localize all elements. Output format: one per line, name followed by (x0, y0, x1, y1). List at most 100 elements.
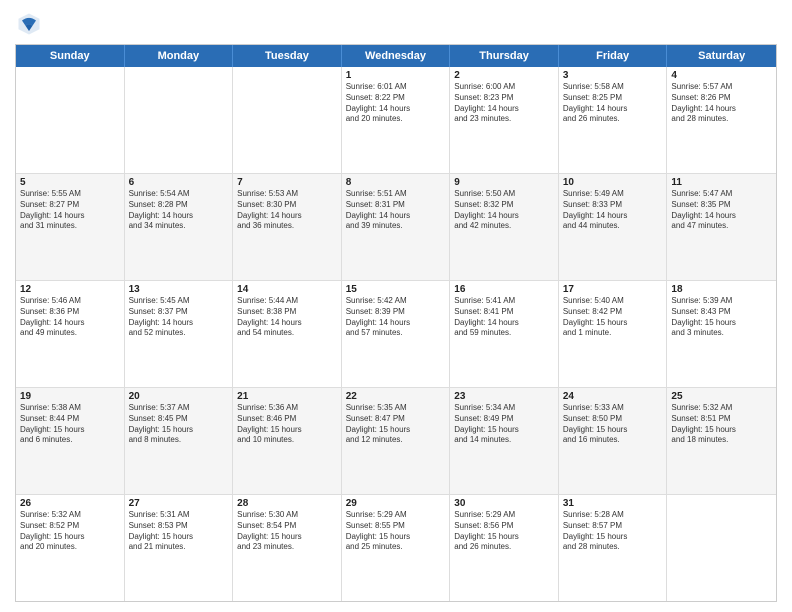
weekday-header-friday: Friday (559, 45, 668, 67)
page: SundayMondayTuesdayWednesdayThursdayFrid… (0, 0, 792, 612)
day-number: 18 (671, 284, 772, 295)
calendar-cell: 18Sunrise: 5:39 AM Sunset: 8:43 PM Dayli… (667, 281, 776, 387)
day-number: 26 (20, 498, 120, 509)
calendar-cell: 1Sunrise: 6:01 AM Sunset: 8:22 PM Daylig… (342, 67, 451, 173)
day-number: 22 (346, 391, 446, 402)
day-number: 28 (237, 498, 337, 509)
calendar-cell: 10Sunrise: 5:49 AM Sunset: 8:33 PM Dayli… (559, 174, 668, 280)
calendar-cell: 7Sunrise: 5:53 AM Sunset: 8:30 PM Daylig… (233, 174, 342, 280)
calendar-cell: 29Sunrise: 5:29 AM Sunset: 8:55 PM Dayli… (342, 495, 451, 601)
weekday-header-sunday: Sunday (16, 45, 125, 67)
day-info: Sunrise: 5:50 AM Sunset: 8:32 PM Dayligh… (454, 189, 554, 232)
calendar-cell (16, 67, 125, 173)
day-info: Sunrise: 5:38 AM Sunset: 8:44 PM Dayligh… (20, 403, 120, 446)
day-info: Sunrise: 5:58 AM Sunset: 8:25 PM Dayligh… (563, 82, 663, 125)
day-info: Sunrise: 5:32 AM Sunset: 8:51 PM Dayligh… (671, 403, 772, 446)
day-info: Sunrise: 5:42 AM Sunset: 8:39 PM Dayligh… (346, 296, 446, 339)
day-number: 9 (454, 177, 554, 188)
calendar-cell: 16Sunrise: 5:41 AM Sunset: 8:41 PM Dayli… (450, 281, 559, 387)
calendar-cell: 2Sunrise: 6:00 AM Sunset: 8:23 PM Daylig… (450, 67, 559, 173)
day-info: Sunrise: 5:44 AM Sunset: 8:38 PM Dayligh… (237, 296, 337, 339)
day-info: Sunrise: 5:55 AM Sunset: 8:27 PM Dayligh… (20, 189, 120, 232)
day-info: Sunrise: 5:39 AM Sunset: 8:43 PM Dayligh… (671, 296, 772, 339)
generalblue-logo-icon (15, 10, 43, 38)
calendar-body: 1Sunrise: 6:01 AM Sunset: 8:22 PM Daylig… (16, 67, 776, 601)
day-info: Sunrise: 5:49 AM Sunset: 8:33 PM Dayligh… (563, 189, 663, 232)
calendar-cell: 30Sunrise: 5:29 AM Sunset: 8:56 PM Dayli… (450, 495, 559, 601)
day-info: Sunrise: 5:45 AM Sunset: 8:37 PM Dayligh… (129, 296, 229, 339)
day-info: Sunrise: 5:36 AM Sunset: 8:46 PM Dayligh… (237, 403, 337, 446)
day-number: 21 (237, 391, 337, 402)
calendar-cell: 15Sunrise: 5:42 AM Sunset: 8:39 PM Dayli… (342, 281, 451, 387)
calendar-week-4: 19Sunrise: 5:38 AM Sunset: 8:44 PM Dayli… (16, 388, 776, 495)
weekday-header-saturday: Saturday (667, 45, 776, 67)
calendar-cell: 5Sunrise: 5:55 AM Sunset: 8:27 PM Daylig… (16, 174, 125, 280)
calendar-cell: 21Sunrise: 5:36 AM Sunset: 8:46 PM Dayli… (233, 388, 342, 494)
calendar-cell: 3Sunrise: 5:58 AM Sunset: 8:25 PM Daylig… (559, 67, 668, 173)
calendar-cell: 13Sunrise: 5:45 AM Sunset: 8:37 PM Dayli… (125, 281, 234, 387)
day-number: 17 (563, 284, 663, 295)
calendar-cell: 27Sunrise: 5:31 AM Sunset: 8:53 PM Dayli… (125, 495, 234, 601)
day-info: Sunrise: 6:00 AM Sunset: 8:23 PM Dayligh… (454, 82, 554, 125)
day-number: 13 (129, 284, 229, 295)
calendar-cell: 22Sunrise: 5:35 AM Sunset: 8:47 PM Dayli… (342, 388, 451, 494)
day-number: 12 (20, 284, 120, 295)
day-info: Sunrise: 5:47 AM Sunset: 8:35 PM Dayligh… (671, 189, 772, 232)
day-info: Sunrise: 5:53 AM Sunset: 8:30 PM Dayligh… (237, 189, 337, 232)
calendar-week-1: 1Sunrise: 6:01 AM Sunset: 8:22 PM Daylig… (16, 67, 776, 174)
calendar-cell (233, 67, 342, 173)
day-number: 10 (563, 177, 663, 188)
calendar-cell: 26Sunrise: 5:32 AM Sunset: 8:52 PM Dayli… (16, 495, 125, 601)
day-number: 25 (671, 391, 772, 402)
day-number: 14 (237, 284, 337, 295)
weekday-header-wednesday: Wednesday (342, 45, 451, 67)
day-number: 23 (454, 391, 554, 402)
calendar-cell: 31Sunrise: 5:28 AM Sunset: 8:57 PM Dayli… (559, 495, 668, 601)
day-info: Sunrise: 5:32 AM Sunset: 8:52 PM Dayligh… (20, 510, 120, 553)
day-number: 4 (671, 70, 772, 81)
weekday-header-thursday: Thursday (450, 45, 559, 67)
day-number: 1 (346, 70, 446, 81)
day-number: 19 (20, 391, 120, 402)
calendar-cell: 8Sunrise: 5:51 AM Sunset: 8:31 PM Daylig… (342, 174, 451, 280)
calendar-cell: 20Sunrise: 5:37 AM Sunset: 8:45 PM Dayli… (125, 388, 234, 494)
day-number: 5 (20, 177, 120, 188)
day-info: Sunrise: 5:34 AM Sunset: 8:49 PM Dayligh… (454, 403, 554, 446)
day-info: Sunrise: 5:57 AM Sunset: 8:26 PM Dayligh… (671, 82, 772, 125)
weekday-header-monday: Monday (125, 45, 234, 67)
calendar-cell: 23Sunrise: 5:34 AM Sunset: 8:49 PM Dayli… (450, 388, 559, 494)
calendar-cell: 19Sunrise: 5:38 AM Sunset: 8:44 PM Dayli… (16, 388, 125, 494)
day-info: Sunrise: 5:51 AM Sunset: 8:31 PM Dayligh… (346, 189, 446, 232)
calendar-cell: 4Sunrise: 5:57 AM Sunset: 8:26 PM Daylig… (667, 67, 776, 173)
day-info: Sunrise: 5:41 AM Sunset: 8:41 PM Dayligh… (454, 296, 554, 339)
day-number: 11 (671, 177, 772, 188)
calendar-cell: 9Sunrise: 5:50 AM Sunset: 8:32 PM Daylig… (450, 174, 559, 280)
header (15, 10, 777, 38)
calendar-week-3: 12Sunrise: 5:46 AM Sunset: 8:36 PM Dayli… (16, 281, 776, 388)
day-number: 3 (563, 70, 663, 81)
calendar-cell: 25Sunrise: 5:32 AM Sunset: 8:51 PM Dayli… (667, 388, 776, 494)
calendar-week-5: 26Sunrise: 5:32 AM Sunset: 8:52 PM Dayli… (16, 495, 776, 601)
day-number: 20 (129, 391, 229, 402)
day-number: 15 (346, 284, 446, 295)
calendar-cell: 6Sunrise: 5:54 AM Sunset: 8:28 PM Daylig… (125, 174, 234, 280)
day-info: Sunrise: 5:29 AM Sunset: 8:55 PM Dayligh… (346, 510, 446, 553)
calendar-week-2: 5Sunrise: 5:55 AM Sunset: 8:27 PM Daylig… (16, 174, 776, 281)
day-number: 29 (346, 498, 446, 509)
day-number: 31 (563, 498, 663, 509)
day-info: Sunrise: 5:37 AM Sunset: 8:45 PM Dayligh… (129, 403, 229, 446)
day-info: Sunrise: 5:28 AM Sunset: 8:57 PM Dayligh… (563, 510, 663, 553)
calendar-cell: 12Sunrise: 5:46 AM Sunset: 8:36 PM Dayli… (16, 281, 125, 387)
calendar-cell: 28Sunrise: 5:30 AM Sunset: 8:54 PM Dayli… (233, 495, 342, 601)
calendar: SundayMondayTuesdayWednesdayThursdayFrid… (15, 44, 777, 602)
calendar-cell: 14Sunrise: 5:44 AM Sunset: 8:38 PM Dayli… (233, 281, 342, 387)
calendar-header: SundayMondayTuesdayWednesdayThursdayFrid… (16, 45, 776, 67)
day-number: 27 (129, 498, 229, 509)
logo (15, 10, 47, 38)
day-number: 16 (454, 284, 554, 295)
day-number: 2 (454, 70, 554, 81)
calendar-cell (125, 67, 234, 173)
day-number: 7 (237, 177, 337, 188)
day-info: Sunrise: 5:29 AM Sunset: 8:56 PM Dayligh… (454, 510, 554, 553)
day-info: Sunrise: 5:54 AM Sunset: 8:28 PM Dayligh… (129, 189, 229, 232)
